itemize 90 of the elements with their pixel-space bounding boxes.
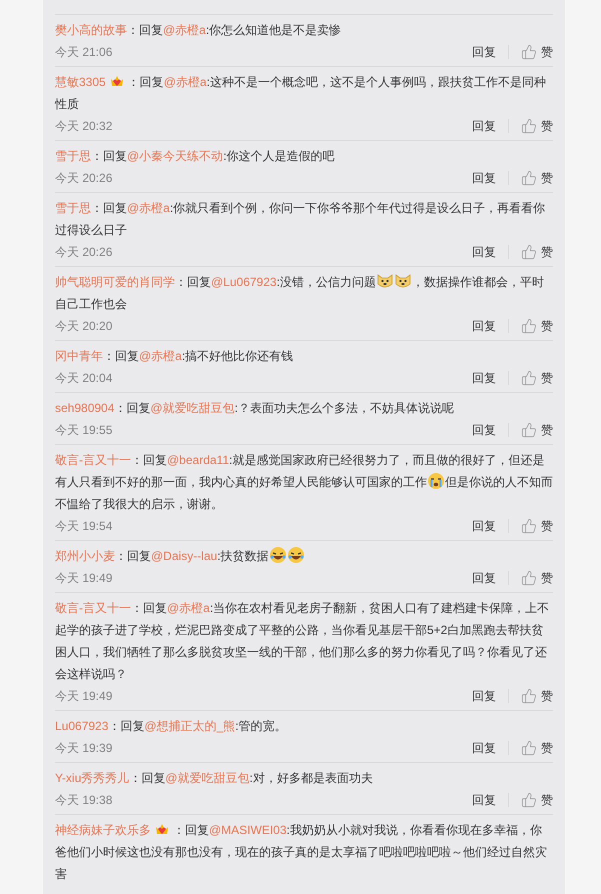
comment-time: 今天 19:49 <box>55 688 112 705</box>
like-button[interactable]: 赞 <box>521 43 553 61</box>
comment-text: Lu067923：回复@想捕正太的_熊:管的宽。 <box>55 718 288 735</box>
like-button[interactable]: 赞 <box>521 243 553 261</box>
comment-text: 樊小高的故事：回复@赤橙a:你怎么知道他是不是卖惨 <box>55 22 342 39</box>
username-link[interactable]: 慧敏3305 <box>55 75 106 89</box>
reply-link[interactable]: 回复 <box>472 243 496 261</box>
comment-text: Y-xiu秀秀秀儿：回复@就爱吃甜豆包:对，好多都是表面功夫 <box>55 770 374 787</box>
thumbs-up-icon <box>521 570 537 586</box>
laughing-face-icon <box>286 546 305 564</box>
reply-link[interactable]: 回复 <box>472 169 496 187</box>
comment-time: 今天 21:06 <box>55 44 112 61</box>
comment-time: 今天 20:26 <box>55 244 112 261</box>
username-link[interactable]: Y-xiu秀秀秀儿 <box>55 771 130 785</box>
mention-link[interactable]: @MASIWEI03 <box>209 823 287 837</box>
comment-time: 今天 19:38 <box>55 792 112 809</box>
username-link[interactable]: Lu067923 <box>55 719 108 733</box>
mention-link[interactable]: @赤橙a <box>139 349 182 363</box>
thumbs-up-icon <box>521 318 537 334</box>
comment-text: 敬言-言又十一：回复@bearda11:就是感觉国家政府已经很努力了，而且做的很好了，但还是有人只看到不好的那一面，我内心真的好希望人民能够认可国家的工作 但是你说的人不知而不愠给了我很大的启示，谢谢。 <box>55 452 553 513</box>
thumbs-up-icon <box>521 740 537 756</box>
username-link[interactable]: 敬言-言又十一 <box>55 453 131 467</box>
thumbs-up-icon <box>521 244 537 260</box>
thumbs-up-icon <box>521 792 537 808</box>
mention-link[interactable]: @就爱吃甜豆包 <box>165 771 250 785</box>
reply-link[interactable]: 回复 <box>472 369 496 387</box>
comment-text: 神经病妹子欢乐多 ：回复@MASIWEI03:我奶奶从小就对我说，你看看你现在多幸福，你爸他们小时候这也没有那也没有，现在的孩子真的是太享福了吧啦吧啦吧啦～他们经过自然灾害 <box>55 820 548 883</box>
comment-text: 郑州小小麦：回复@Daisy--lau:扶贫数据 <box>55 545 553 567</box>
reply-link[interactable]: 回复 <box>472 517 496 535</box>
like-button[interactable]: 赞 <box>521 569 553 587</box>
comment-text: 帅气聪明可爱的肖同学：回复@Lu067923:没错，公信力问题 ，数据操作谁都会，平时自己工作也会 <box>55 271 553 315</box>
mention-link[interactable]: @赤橙a <box>167 601 210 615</box>
comment-text: 敬言-言又十一：回复@赤橙a:当你在农村看见老房子翻新，贫困人口有了建档建卡保障，上不起学的孩子进了学校，烂泥巴路变成了平整的公路，当你看见基层干部5+2白加黑跑去帮扶贫困人口，我们牺牲了那么多脱贫攻坚一线的干部，他们那么多的努力你看见了吗？你看见了还会这样说吗？ <box>55 600 550 683</box>
laughing-face-icon <box>268 546 287 564</box>
mention-link[interactable]: @就爱吃甜豆包 <box>150 401 235 415</box>
mention-link[interactable]: @Lu067923 <box>211 275 277 289</box>
comment-time: 今天 19:54 <box>55 518 112 535</box>
like-button[interactable]: 赞 <box>521 421 553 439</box>
username-link[interactable]: 敬言-言又十一 <box>55 601 131 615</box>
username-link[interactable]: 帅气聪明可爱的肖同学 <box>55 275 175 289</box>
reply-link[interactable]: 回复 <box>472 317 496 335</box>
reply-link[interactable]: 回复 <box>472 421 496 439</box>
reply-link[interactable]: 回复 <box>472 739 496 757</box>
comment-text: seh980904：回复@就爱吃甜豆包:？表面功夫怎么个多法，不妨具体说说呢 <box>55 400 455 417</box>
thumbs-up-icon <box>521 44 537 60</box>
thumbs-up-icon <box>521 518 537 534</box>
username-link[interactable]: 樊小高的故事 <box>55 23 127 37</box>
reply-link[interactable]: 回复 <box>472 569 496 587</box>
reply-link[interactable]: 回复 <box>472 117 496 135</box>
like-button[interactable]: 赞 <box>521 117 553 135</box>
like-button[interactable]: 赞 <box>521 169 553 187</box>
mention-link[interactable]: @赤橙a <box>127 201 170 215</box>
comment-time: 今天 20:04 <box>55 370 112 387</box>
comment-text: 雪于思：回复@赤橙a:你就只看到个例，你问一下你爷爷那个年代过得是设么日子，再看看你过得设么日子 <box>55 200 546 239</box>
reply-link[interactable]: 回复 <box>472 687 496 705</box>
like-button[interactable]: 赞 <box>521 739 553 757</box>
username-link[interactable]: 雪于思 <box>55 149 91 163</box>
mention-link[interactable]: @小秦今天练不动 <box>127 149 224 163</box>
thumbs-up-icon <box>521 422 537 438</box>
username-link[interactable]: 冈中青年 <box>55 349 103 363</box>
mention-link[interactable]: @赤橙a <box>163 23 206 37</box>
crying-face-icon <box>427 472 445 490</box>
like-button[interactable]: 赞 <box>521 517 553 535</box>
comment-time: 今天 19:49 <box>55 570 112 587</box>
like-button[interactable]: 赞 <box>521 369 553 387</box>
thumbs-up-icon <box>521 688 537 704</box>
mention-link[interactable]: @Daisy--lau <box>151 549 218 563</box>
username-link[interactable]: 郑州小小麦 <box>55 549 115 563</box>
comment-time: 今天 20:20 <box>55 318 112 335</box>
mention-link[interactable]: @bearda11 <box>167 453 230 467</box>
comment-time: 今天 19:55 <box>55 422 112 439</box>
mention-link[interactable]: @赤橙a <box>164 75 207 89</box>
username-link[interactable]: 神经病妹子欢乐多 <box>55 823 151 837</box>
thumbs-up-icon <box>521 370 537 386</box>
comment-text: 雪于思：回复@小秦今天练不动:你这个人是造假的吧 <box>55 148 336 165</box>
like-button[interactable]: 赞 <box>521 317 553 335</box>
comment-time: 今天 20:32 <box>55 118 112 135</box>
like-button[interactable]: 赞 <box>521 687 553 705</box>
comment-time: 今天 20:26 <box>55 170 112 187</box>
reply-link[interactable]: 回复 <box>472 791 496 809</box>
like-button[interactable]: 赞 <box>521 791 553 809</box>
thumbs-up-icon <box>521 118 537 134</box>
comment-text: 慧敏3305 ：回复@赤橙a:这种不是一个概念吧，这不是个人事例吗，跟扶贫工作不是同种性质 <box>55 72 547 113</box>
comment-time: 今天 19:39 <box>55 740 112 757</box>
username-link[interactable]: seh980904 <box>55 401 114 415</box>
comment-text: 冈中青年：回复@赤橙a:搞不好他比你还有钱 <box>55 348 294 365</box>
reply-link[interactable]: 回复 <box>472 43 496 61</box>
thumbs-up-icon <box>521 170 537 186</box>
username-link[interactable]: 雪于思 <box>55 201 91 215</box>
mention-link[interactable]: @想捕正太的_熊 <box>144 719 236 733</box>
